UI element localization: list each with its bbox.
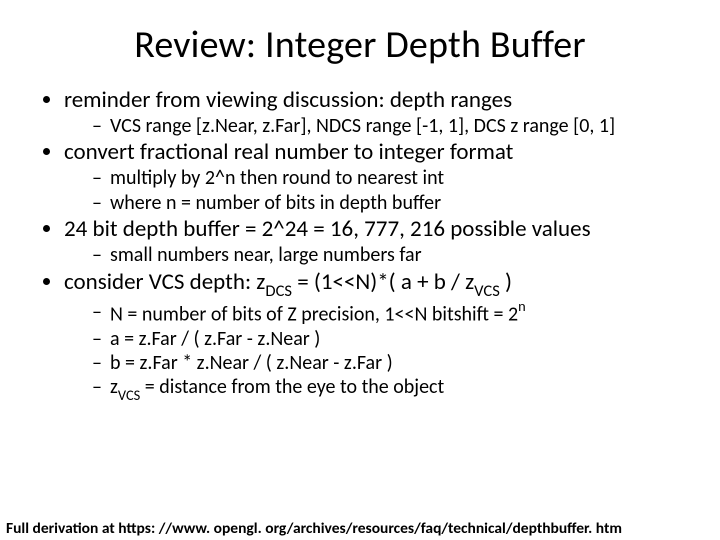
bullet-4-mid: = (1<<N)*( a + b / z bbox=[292, 268, 474, 296]
bullet-1-sublist: VCS range [z.Near, z.Far], NDCS range [-… bbox=[64, 114, 700, 138]
bullet-4-sub-1-pre: N = number of bits of Z precision, 1<<N … bbox=[110, 302, 518, 326]
bullet-4-pre: consider VCS depth: z bbox=[64, 268, 265, 296]
bullet-3-sub-1: small numbers near, large numbers far bbox=[92, 243, 700, 267]
bullet-4-sub-3: b = z.Far * z.Near / ( z.Near - z.Far ) bbox=[92, 351, 700, 375]
bullet-2-sub-1: multiply by 2^n then round to nearest in… bbox=[92, 166, 700, 190]
bullet-4-sub-2: a = z.Far / ( z.Far - z.Near ) bbox=[92, 327, 700, 351]
slide-title: Review: Integer Depth Buffer bbox=[0, 22, 720, 68]
bullet-3: 24 bit depth buffer = 2^24 = 16, 777, 21… bbox=[64, 215, 700, 267]
bullet-4-sub1: DCS bbox=[265, 281, 292, 301]
bullet-4-text: consider VCS depth: zDCS = (1<<N)*( a + … bbox=[64, 268, 512, 296]
bullet-3-sublist: small numbers near, large numbers far bbox=[64, 243, 700, 267]
bullet-2-text: convert fractional real number to intege… bbox=[64, 138, 513, 166]
bullet-1: reminder from viewing discussion: depth … bbox=[64, 86, 700, 138]
slide: Review: Integer Depth Buffer reminder fr… bbox=[0, 22, 720, 540]
bullet-4-sub-1: N = number of bits of Z precision, 1<<N … bbox=[92, 300, 700, 327]
bullet-2-sub-2: where n = number of bits in depth buffer bbox=[92, 191, 700, 215]
bullet-4-sub-4-pre: z bbox=[110, 375, 118, 399]
bullet-3-text: 24 bit depth buffer = 2^24 = 16, 777, 21… bbox=[64, 215, 591, 243]
bullet-1-text: reminder from viewing discussion: depth … bbox=[64, 86, 512, 114]
bullet-1-sub-1: VCS range [z.Near, z.Far], NDCS range [-… bbox=[92, 114, 700, 138]
slide-body: reminder from viewing discussion: depth … bbox=[0, 86, 720, 403]
bullet-4: consider VCS depth: zDCS = (1<<N)*( a + … bbox=[64, 268, 700, 403]
bullet-4-post: ) bbox=[500, 268, 512, 296]
bullet-4-sub-4: zVCS = distance from the eye to the obje… bbox=[92, 375, 700, 403]
footer-text: Full derivation at https: //www. opengl.… bbox=[0, 519, 720, 538]
bullet-4-sub-1-sup: n bbox=[518, 297, 526, 315]
bullet-2-sublist: multiply by 2^n then round to nearest in… bbox=[64, 166, 700, 215]
bullet-4-sublist: N = number of bits of Z precision, 1<<N … bbox=[64, 300, 700, 403]
bullet-4-sub-4-post: = distance from the eye to the object bbox=[140, 375, 444, 399]
bullet-list: reminder from viewing discussion: depth … bbox=[28, 86, 700, 403]
bullet-4-sub2: VCS bbox=[474, 281, 500, 301]
bullet-4-sub-4-sub: VCS bbox=[118, 386, 140, 404]
bullet-2: convert fractional real number to intege… bbox=[64, 138, 700, 215]
